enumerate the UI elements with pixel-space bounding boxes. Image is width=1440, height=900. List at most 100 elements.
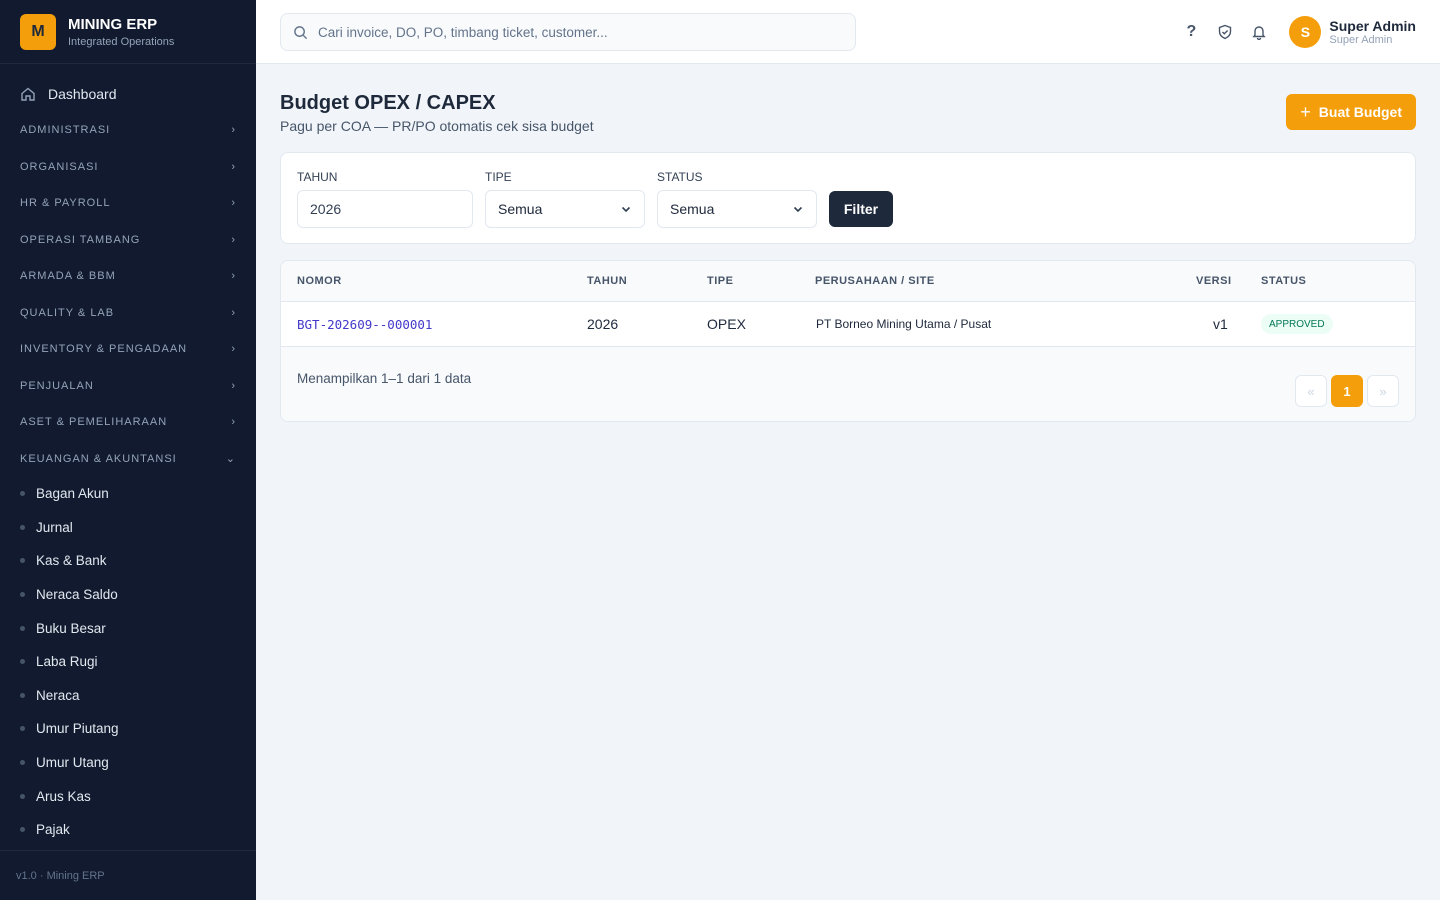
- sidebar-item-label: Umur Piutang: [36, 721, 119, 737]
- bell-icon[interactable]: [1247, 20, 1271, 44]
- chevron-down-icon: [793, 206, 803, 213]
- brand[interactable]: M MINING ERP Integrated Operations: [0, 0, 256, 64]
- tahun-input[interactable]: 2026: [297, 190, 473, 228]
- sidebar-group-operasi-tambang[interactable]: OPERASI TAMBANG ›: [0, 222, 256, 259]
- filter-panel: TAHUN 2026 TIPE Semua STATUS Semua Filte…: [280, 152, 1416, 244]
- chevron-right-icon: ›: [231, 343, 236, 356]
- sidebar-item-label: Arus Kas: [36, 788, 91, 804]
- sidebar-item-bagan-akun[interactable]: Bagan Akun: [0, 477, 256, 511]
- sidebar-group-keuangan-akuntansi[interactable]: KEUANGAN & AKUNTANSI ⌄: [0, 441, 256, 478]
- chevron-right-icon: ›: [231, 270, 236, 283]
- sidebar-group-administrasi[interactable]: ADMINISTRASI ›: [0, 112, 256, 149]
- sidebar-version: v1.0 · Mining ERP: [0, 850, 256, 900]
- table-header: NOMOR TAHUN TIPE PERUSAHAAN / SITE VERSI…: [281, 261, 1415, 302]
- sidebar-group-label: PENJUALAN: [20, 379, 94, 392]
- sidebar-nav: Dashboard ADMINISTRASI › ORGANISASI › HR &…: [0, 76, 256, 847]
- help-icon[interactable]: ?: [1179, 20, 1203, 44]
- chevron-down-icon: ⌄: [225, 453, 236, 466]
- status-value: Semua: [670, 201, 715, 217]
- sidebar-group-label: KEUANGAN & AKUNTANSI: [20, 452, 177, 465]
- chevron-right-icon: ›: [231, 416, 236, 429]
- chevron-right-icon: ›: [231, 306, 236, 319]
- budget-number-link[interactable]: BGT-202609--000001: [297, 317, 432, 332]
- sidebar-group-label: ADMINISTRASI: [20, 124, 111, 137]
- column-header-status[interactable]: STATUS: [1261, 275, 1306, 287]
- user-menu[interactable]: Super Admin Super Admin: [1329, 18, 1416, 46]
- column-header-tipe[interactable]: TIPE: [707, 275, 733, 287]
- shield-check-icon[interactable]: [1213, 20, 1237, 44]
- cell-tipe: OPEX: [707, 316, 746, 332]
- column-header-nomor[interactable]: NOMOR: [297, 275, 342, 287]
- brand-title: MINING ERP: [68, 15, 158, 33]
- brand-logo: M: [20, 13, 56, 50]
- chevron-right-icon: ›: [231, 233, 236, 246]
- sidebar-item-label: Laba Rugi: [36, 654, 98, 670]
- plus-icon: +: [1300, 101, 1311, 122]
- search-icon: [294, 25, 308, 39]
- tahun-label: TAHUN: [297, 170, 338, 184]
- sidebar-group-organisasi[interactable]: ORGANISASI ›: [0, 149, 256, 186]
- tipe-label: TIPE: [485, 170, 512, 184]
- column-header-versi[interactable]: VERSI: [1196, 275, 1232, 287]
- sidebar-group-armada-bbm[interactable]: ARMADA & BBM ›: [0, 258, 256, 295]
- table-footer: Menampilkan 1–1 dari 1 data « 1 »: [281, 347, 1415, 421]
- sidebar-item-dashboard[interactable]: Dashboard: [0, 76, 256, 112]
- cell-versi: v1: [1213, 316, 1228, 332]
- tahun-value: 2026: [310, 201, 342, 217]
- home-icon: [21, 87, 35, 101]
- create-budget-button[interactable]: + Buat Budget: [1286, 94, 1416, 130]
- bullet-icon: [20, 524, 25, 530]
- brand-subtitle: Integrated Operations: [68, 35, 175, 48]
- bullet-icon: [20, 760, 25, 766]
- search-input[interactable]: [318, 24, 838, 40]
- sidebar-item-buku-besar[interactable]: Buku Besar: [0, 611, 256, 645]
- create-budget-label: Buat Budget: [1318, 104, 1402, 120]
- sidebar-group-label: ORGANISASI: [20, 160, 99, 173]
- tipe-select[interactable]: Semua: [485, 190, 645, 228]
- sidebar-item-neraca[interactable]: Neraca: [0, 679, 256, 713]
- sidebar-item-umur-piutang[interactable]: Umur Piutang: [0, 712, 256, 746]
- sidebar-item-pajak[interactable]: Pajak: [0, 813, 256, 847]
- bullet-icon: [20, 827, 25, 833]
- sidebar-group-hr-payroll[interactable]: HR & PAYROLL ›: [0, 185, 256, 222]
- next-page-button[interactable]: »: [1367, 375, 1399, 407]
- column-header-tahun[interactable]: TAHUN: [587, 275, 627, 287]
- user-name: Super Admin: [1329, 18, 1416, 34]
- sidebar: M MINING ERP Integrated Operations Dashb…: [0, 0, 256, 900]
- sidebar-item-jurnal[interactable]: Jurnal: [0, 511, 256, 545]
- table-row[interactable]: BGT-202609--000001 2026 OPEX PT Borneo M…: [281, 302, 1415, 347]
- sidebar-group-aset-pemeliharaan[interactable]: ASET & PEMELIHARAAN ›: [0, 404, 256, 441]
- sidebar-group-quality-lab[interactable]: QUALITY & LAB ›: [0, 295, 256, 332]
- page-title: Budget OPEX / CAPEX: [280, 92, 496, 114]
- bullet-icon: [20, 558, 25, 564]
- filter-button[interactable]: Filter: [829, 191, 893, 227]
- sidebar-item-label: Neraca Saldo: [36, 587, 118, 603]
- sidebar-item-label: Neraca: [36, 687, 80, 703]
- chevron-right-icon: ›: [231, 124, 236, 137]
- sidebar-group-inventory-pengadaan[interactable]: INVENTORY & PENGADAAN ›: [0, 331, 256, 368]
- prev-page-button[interactable]: «: [1295, 375, 1327, 407]
- column-header-perusahaan-site[interactable]: PERUSAHAAN / SITE: [815, 275, 935, 287]
- status-badge: APPROVED: [1261, 314, 1333, 334]
- cell-perusahaan-site: PT Borneo Mining Utama / Pusat: [816, 317, 992, 331]
- page-1-button[interactable]: 1: [1331, 375, 1363, 407]
- sidebar-item-laba-rugi[interactable]: Laba Rugi: [0, 645, 256, 679]
- avatar[interactable]: S: [1289, 16, 1322, 48]
- sidebar-item-umur-utang[interactable]: Umur Utang: [0, 746, 256, 780]
- main-content: Budget OPEX / CAPEX Pagu per COA — PR/PO…: [280, 64, 1416, 422]
- status-select[interactable]: Semua: [657, 190, 817, 228]
- bullet-icon: [20, 726, 25, 732]
- chevron-right-icon: ›: [231, 160, 236, 173]
- sidebar-item-neraca-saldo[interactable]: Neraca Saldo: [0, 578, 256, 612]
- sidebar-item-label: Umur Utang: [36, 755, 109, 771]
- search-box[interactable]: [280, 13, 856, 51]
- chevron-right-icon: ›: [231, 379, 236, 392]
- sidebar-group-label: ARMADA & BBM: [20, 270, 116, 283]
- sidebar-item-arus-kas[interactable]: Arus Kas: [0, 779, 256, 813]
- sidebar-group-penjualan[interactable]: PENJUALAN ›: [0, 368, 256, 405]
- bullet-icon: [20, 659, 25, 665]
- sidebar-item-label: Dashboard: [48, 86, 117, 102]
- sidebar-item-kas-bank[interactable]: Kas & Bank: [0, 544, 256, 578]
- bullet-icon: [20, 625, 25, 631]
- sidebar-group-label: QUALITY & LAB: [20, 306, 115, 319]
